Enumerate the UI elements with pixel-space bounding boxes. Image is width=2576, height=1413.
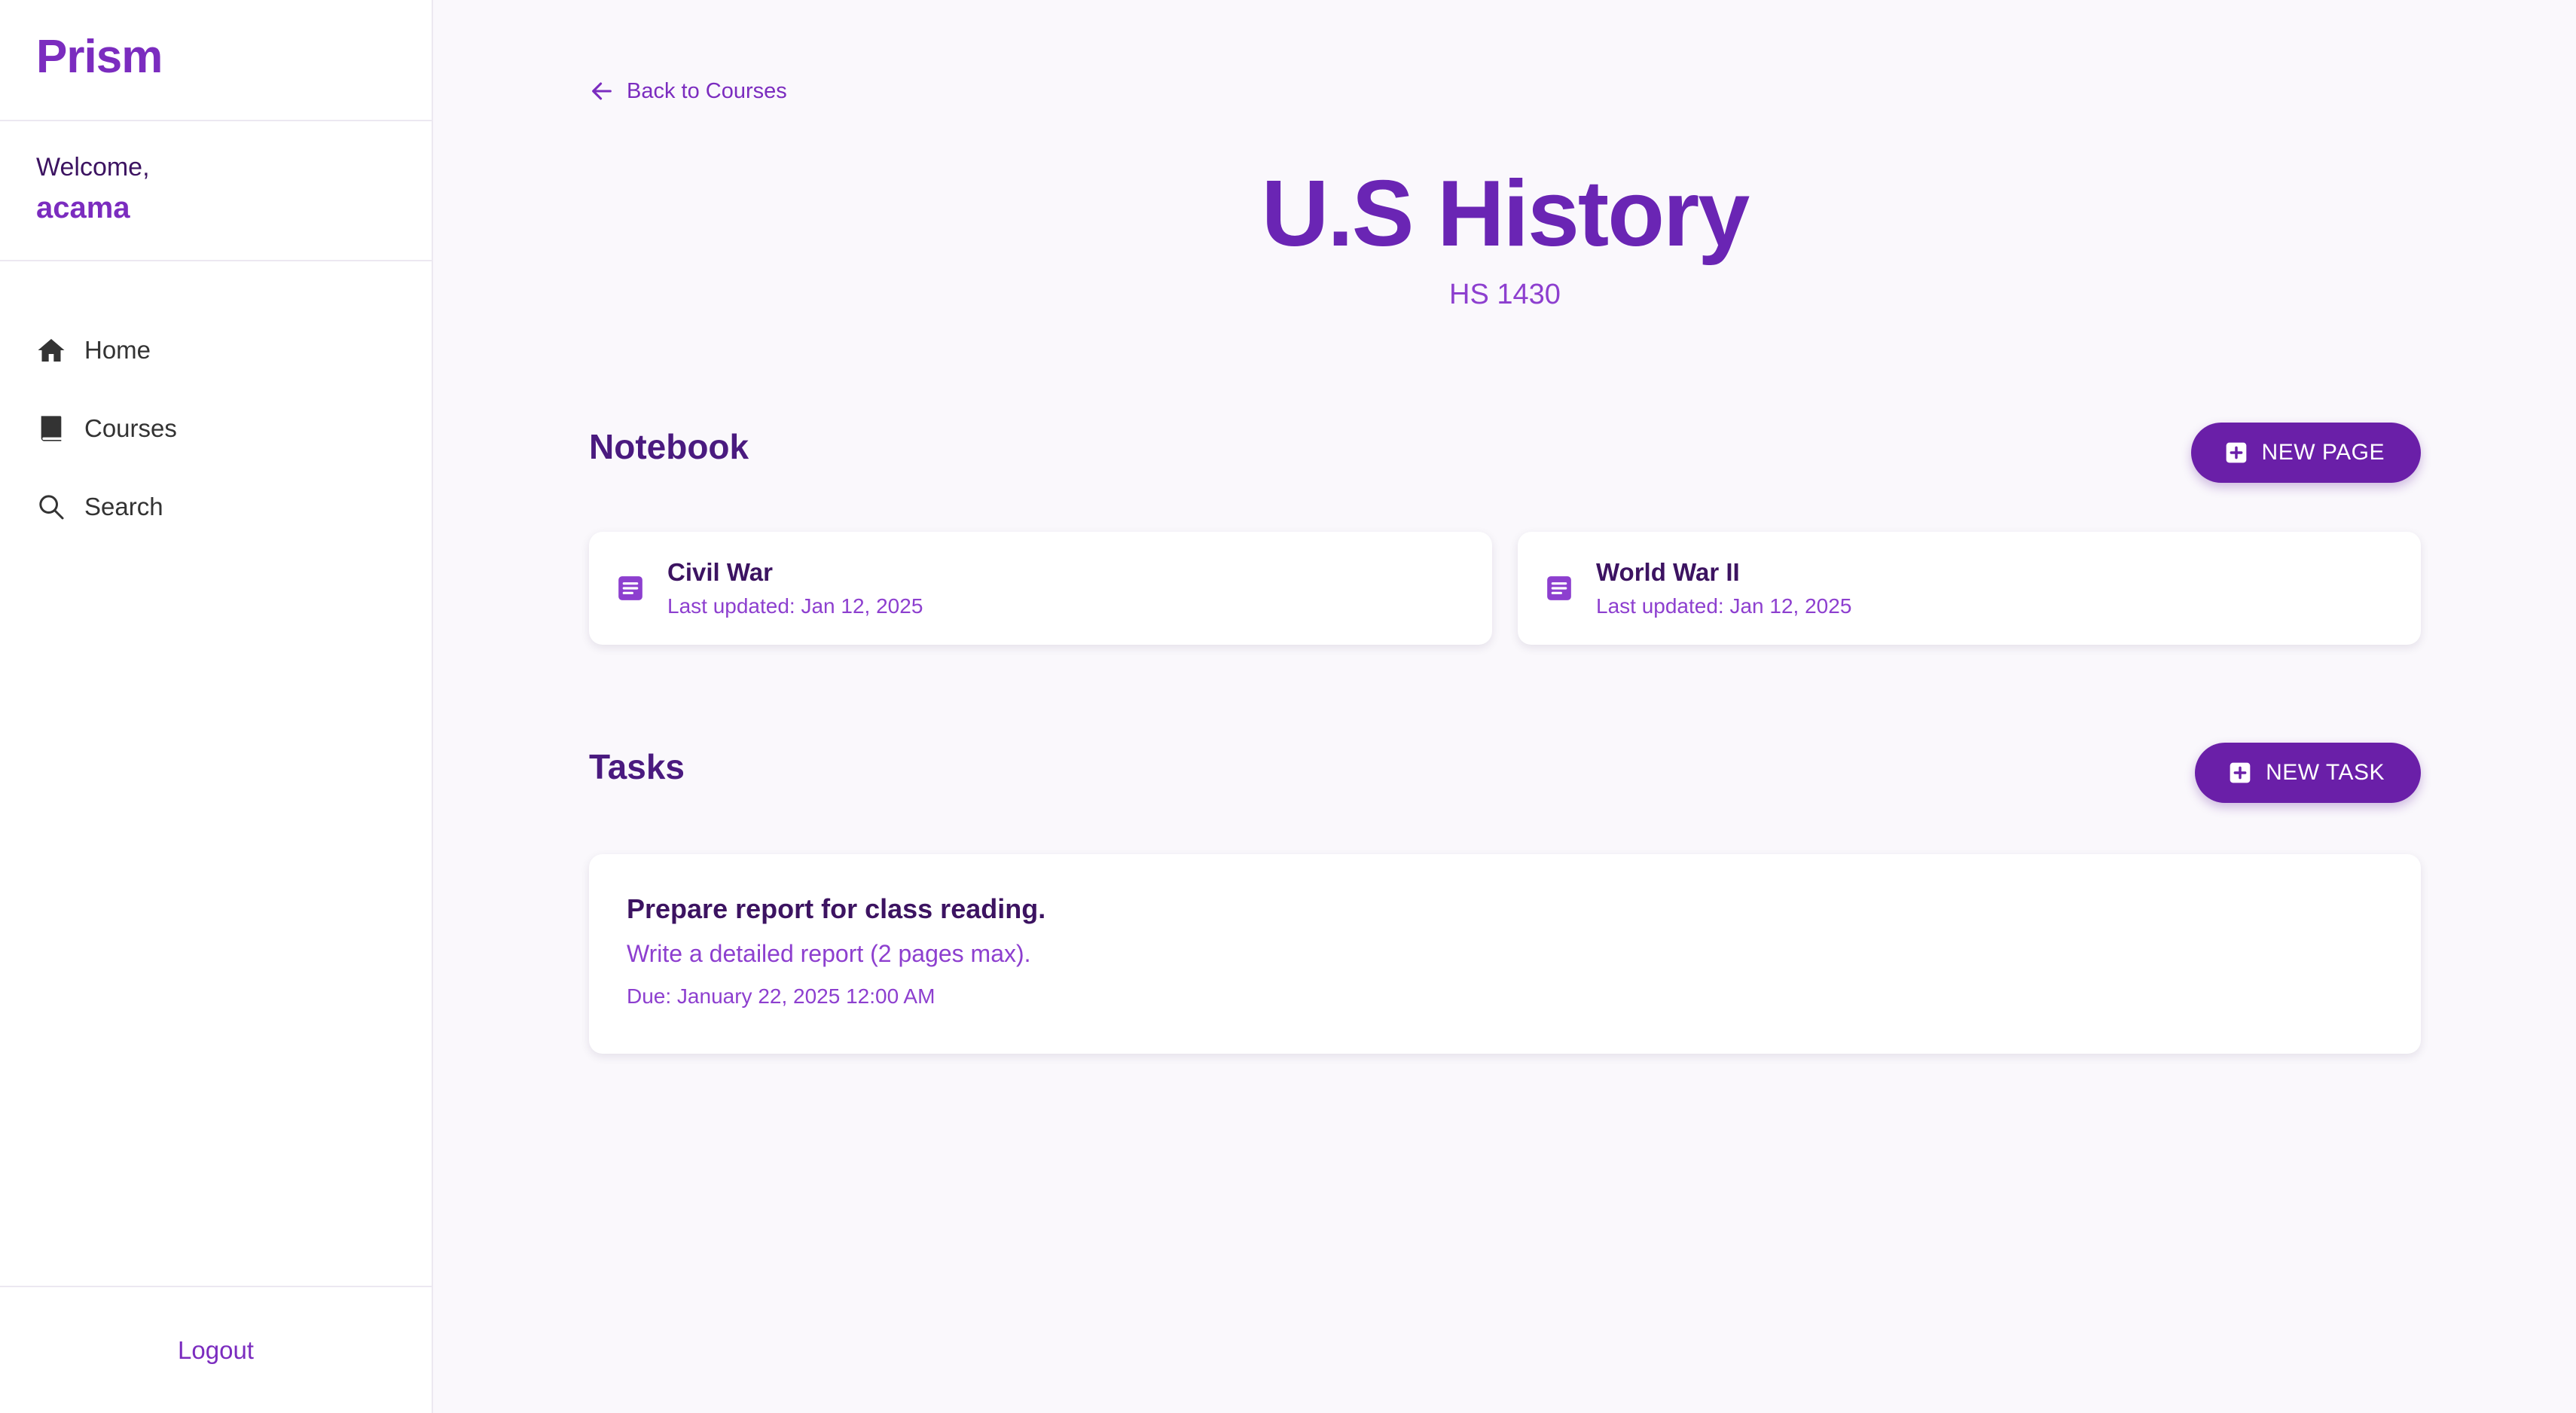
sidebar: Prism Welcome, acama Home Courses Search…	[0, 0, 433, 1413]
page-card-text: Civil War Last updated: Jan 12, 2025	[667, 558, 923, 618]
course-code: HS 1430	[1449, 279, 1561, 310]
sidebar-item-label: Home	[84, 336, 151, 364]
app: Prism Welcome, acama Home Courses Search…	[0, 0, 2576, 1413]
notebook-page-card[interactable]: Civil War Last updated: Jan 12, 2025	[589, 532, 1492, 645]
welcome-label: Welcome,	[36, 153, 150, 182]
task-title: Prepare report for class reading.	[627, 893, 1046, 924]
sidebar-item-courses[interactable]: Courses	[0, 389, 432, 468]
notebook-heading: Notebook	[589, 427, 749, 466]
document-icon	[616, 574, 645, 603]
welcome-block: Welcome, acama	[0, 121, 432, 261]
search-icon	[36, 492, 66, 522]
new-task-button[interactable]: NEW TASK	[2195, 743, 2421, 803]
document-icon	[1545, 574, 1573, 603]
username: acama	[36, 191, 130, 224]
back-label: Back to Courses	[627, 78, 787, 103]
page-title: World War II	[1596, 558, 1740, 586]
add-box-icon	[2224, 441, 2248, 465]
page-title: Civil War	[667, 558, 773, 586]
brand-logo[interactable]: Prism	[36, 30, 395, 84]
sidebar-nav: Home Courses Search	[0, 261, 432, 546]
home-icon	[36, 335, 66, 365]
sidebar-item-home[interactable]: Home	[0, 311, 432, 389]
logout-area: Logout	[0, 1286, 432, 1413]
back-to-courses-link[interactable]: Back to Courses	[589, 78, 787, 104]
notebook-page-card[interactable]: World War II Last updated: Jan 12, 2025	[1518, 532, 2421, 645]
new-page-label: NEW PAGE	[2261, 440, 2385, 465]
logout-button[interactable]: Logout	[178, 1336, 254, 1365]
add-box-icon	[2228, 761, 2252, 785]
book-icon	[36, 414, 66, 444]
new-task-label: NEW TASK	[2266, 760, 2385, 785]
sidebar-item-label: Search	[84, 493, 163, 520]
brand-header: Prism	[0, 0, 432, 121]
sidebar-item-search[interactable]: Search	[0, 468, 432, 546]
page-title: U.S History	[1261, 162, 1750, 266]
new-page-button[interactable]: NEW PAGE	[2190, 423, 2421, 483]
page-card-text: World War II Last updated: Jan 12, 2025	[1596, 558, 1851, 618]
page-updated: Last updated: Jan 12, 2025	[1596, 594, 1852, 618]
page-updated: Last updated: Jan 12, 2025	[667, 594, 923, 618]
task-card[interactable]: Prepare report for class reading. Write …	[589, 854, 2421, 1054]
sidebar-item-label: Courses	[84, 414, 177, 442]
main-content: Back to Courses U.S History HS 1430 Note…	[433, 0, 2576, 1413]
arrow-left-icon	[589, 78, 615, 104]
task-description: Write a detailed report (2 pages max).	[627, 940, 1031, 967]
course-header: U.S History HS 1430	[589, 161, 2421, 311]
tasks-heading: Tasks	[589, 747, 685, 786]
task-due-date: Due: January 22, 2025 12:00 AM	[627, 984, 935, 1008]
